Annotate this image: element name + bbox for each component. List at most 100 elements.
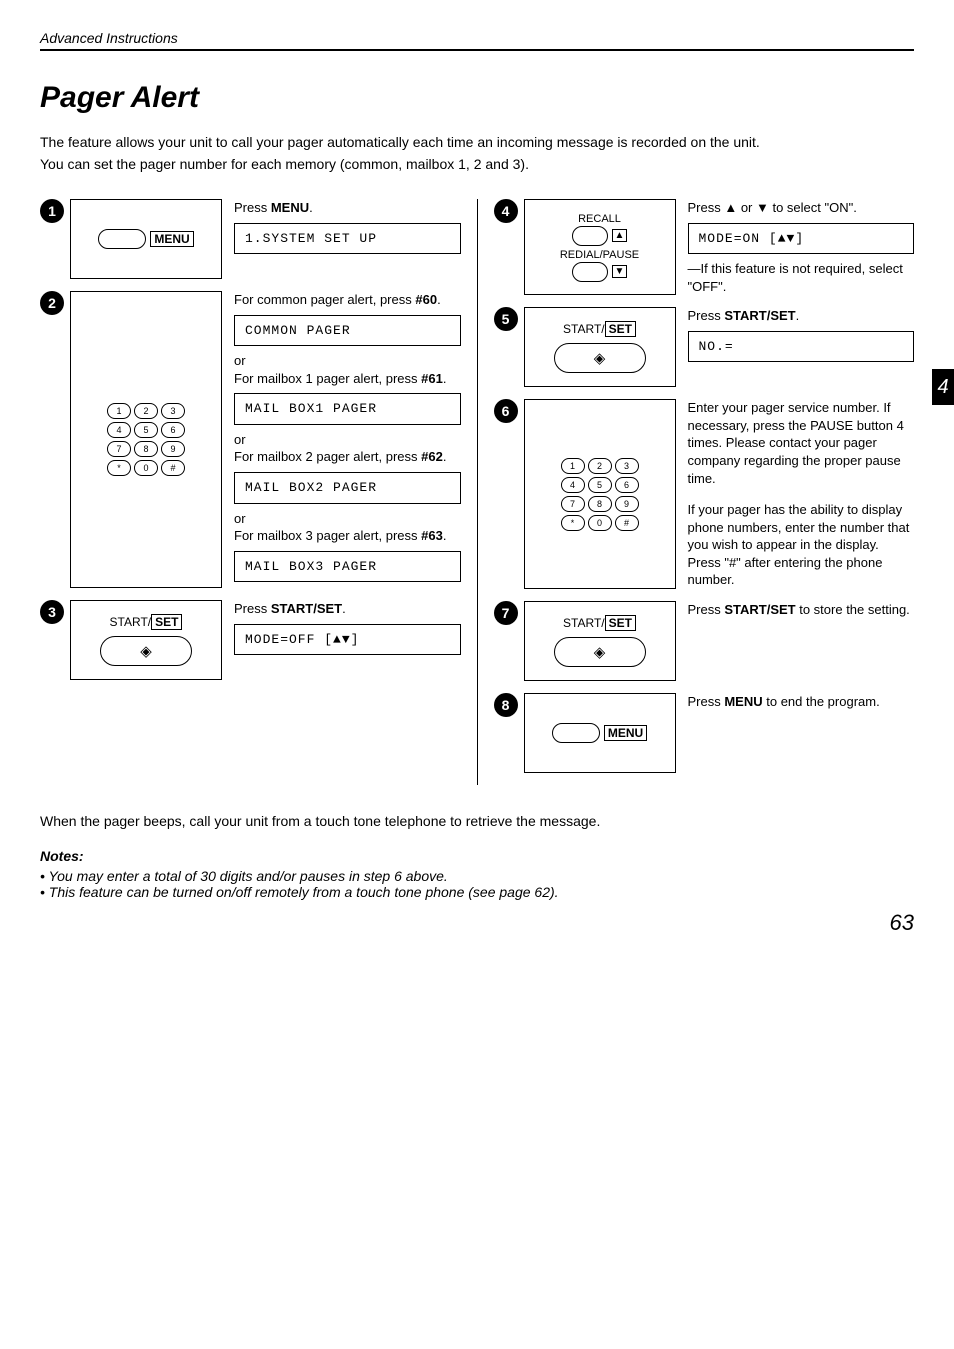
- step-8: 8 MENU Press MENU to end the program.: [494, 693, 915, 773]
- step-3: 3 START/SET Press START/SET. MODE=OFF [▲…: [40, 600, 461, 680]
- page-title: Pager Alert: [40, 81, 914, 115]
- step5-bold: START/SET: [724, 308, 795, 323]
- device-panel-startset: START/SET: [70, 600, 222, 680]
- up-arrow-icon: [612, 229, 628, 242]
- step7-post: to store the setting.: [796, 602, 910, 617]
- step3-post: .: [342, 601, 346, 616]
- step2-l4-pre: For mailbox 3 pager alert, press: [234, 528, 421, 543]
- lcd-display-5: NO.=: [688, 331, 915, 363]
- step-number-7: 7: [494, 601, 518, 625]
- step2-l2-pre: For mailbox 1 pager alert, press: [234, 371, 421, 386]
- menu-key-label: MENU: [150, 231, 193, 247]
- step6-p2: If your pager has the ability to display…: [688, 501, 915, 589]
- step-7: 7 START/SET Press START/SET to store the…: [494, 601, 915, 681]
- diamond-icon: [594, 349, 606, 367]
- step2-l3-pre: For mailbox 2 pager alert, press: [234, 449, 421, 464]
- closing-text: When the pager beeps, call your unit fro…: [40, 811, 914, 832]
- device-panel-menu: MENU: [70, 199, 222, 279]
- step2-l3-post: .: [443, 449, 447, 464]
- step-2: 2 123 456 789 *0# For common pager alert…: [40, 291, 461, 588]
- lcd-display-2a: COMMON PAGER: [234, 315, 461, 347]
- column-divider: [477, 199, 478, 785]
- step3-pre: Press: [234, 601, 271, 616]
- step7-pre: Press: [688, 602, 725, 617]
- startset-key-icon: [100, 636, 192, 666]
- step-1: 1 MENU Press MENU. 1.SYSTEM SET UP: [40, 199, 461, 279]
- step-number-5: 5: [494, 307, 518, 331]
- device-panel-menu-2: MENU: [524, 693, 676, 773]
- section-header: Advanced Instructions: [40, 30, 914, 51]
- diamond-icon: [140, 642, 152, 660]
- lcd-display-3: MODE=OFF [▲▼]: [234, 624, 461, 656]
- lcd-display-1: 1.SYSTEM SET UP: [234, 223, 461, 255]
- step-6: 6 123 456 789 *0# Enter your pager servi…: [494, 399, 915, 588]
- step2-l4-post: .: [443, 528, 447, 543]
- redial-label: REDIAL/PAUSE: [560, 249, 639, 261]
- menu-key-icon-2: [552, 723, 600, 743]
- lcd-display-2d: MAIL BOX3 PAGER: [234, 551, 461, 583]
- step-5: 5 START/SET Press START/SET. NO.=: [494, 307, 915, 387]
- step5-pre: Press: [688, 308, 725, 323]
- intro-line-1: The feature allows your unit to call you…: [40, 133, 914, 153]
- lcd-display-2b: MAIL BOX1 PAGER: [234, 393, 461, 425]
- device-panel-keypad-2: 123 456 789 *0#: [524, 399, 676, 588]
- step2-l1-bold: #60: [415, 292, 437, 307]
- step4-text: Press ▲ or ▼ to select "ON".: [688, 200, 857, 215]
- notes-title: Notes:: [40, 848, 914, 864]
- startset-key-icon-3: [554, 637, 646, 667]
- step2-l1-post: .: [437, 292, 441, 307]
- step-number-2: 2: [40, 291, 64, 315]
- lcd-display-4: MODE=ON [▲▼]: [688, 223, 915, 255]
- step2-l2-post: .: [443, 371, 447, 386]
- intro-line-2: You can set the pager number for each me…: [40, 155, 914, 175]
- step6-p1: Enter your pager service number. If nece…: [688, 399, 915, 487]
- step4-note: —If this feature is not required, select…: [688, 260, 915, 295]
- chapter-tab: 4: [932, 369, 954, 405]
- device-panel-recall: RECALL REDIAL/PAUSE: [524, 199, 676, 295]
- step8-bold: MENU: [724, 694, 762, 709]
- step1-bold: MENU: [271, 200, 309, 215]
- step1-post: .: [309, 200, 313, 215]
- step3-bold: START/SET: [271, 601, 342, 616]
- notes-section: Notes: You may enter a total of 30 digit…: [40, 848, 914, 900]
- device-panel-startset-3: START/SET: [524, 601, 676, 681]
- device-panel-keypad: 123 456 789 *0#: [70, 291, 222, 588]
- startset-key-icon-2: [554, 343, 646, 373]
- step5-post: .: [796, 308, 800, 323]
- menu-key-label-2: MENU: [604, 725, 647, 741]
- note-1: You may enter a total of 30 digits and/o…: [40, 868, 914, 884]
- step-number-1: 1: [40, 199, 64, 223]
- step8-pre: Press: [688, 694, 725, 709]
- down-arrow-icon: [612, 265, 628, 278]
- recall-key-icon: [572, 226, 608, 246]
- menu-key-icon: [98, 229, 146, 249]
- right-column: 4 RECALL REDIAL/PAUSE Press ▲ or ▼ to se…: [494, 199, 915, 785]
- step-number-6: 6: [494, 399, 518, 423]
- device-panel-startset-2: START/SET: [524, 307, 676, 387]
- intro-text: The feature allows your unit to call you…: [40, 133, 914, 174]
- step2-l1-pre: For common pager alert, press: [234, 292, 415, 307]
- step1-pre: Press: [234, 200, 271, 215]
- left-column: 1 MENU Press MENU. 1.SYSTEM SET UP 2 123…: [40, 199, 461, 785]
- step8-post: to end the program.: [763, 694, 880, 709]
- recall-label: RECALL: [578, 213, 621, 225]
- step2-l2-bold: #61: [421, 371, 443, 386]
- step-number-4: 4: [494, 199, 518, 223]
- step2-l3-bold: #62: [421, 449, 443, 464]
- step-number-3: 3: [40, 600, 64, 624]
- step7-bold: START/SET: [724, 602, 795, 617]
- step2-l4-bold: #63: [421, 528, 443, 543]
- note-2: This feature can be turned on/off remote…: [40, 884, 914, 900]
- page-number: 63: [40, 910, 914, 936]
- keypad-icon: 123 456 789 *0#: [107, 403, 185, 476]
- diamond-icon: [594, 643, 606, 661]
- step-4: 4 RECALL REDIAL/PAUSE Press ▲ or ▼ to se…: [494, 199, 915, 295]
- keypad-icon-2: 123 456 789 *0#: [561, 458, 639, 531]
- step2-or2: or: [234, 432, 246, 447]
- set-key-label: SET: [151, 614, 182, 630]
- lcd-display-2c: MAIL BOX2 PAGER: [234, 472, 461, 504]
- step-number-8: 8: [494, 693, 518, 717]
- redial-key-icon: [572, 262, 608, 282]
- step2-or3: or: [234, 511, 246, 526]
- step2-or1: or: [234, 353, 246, 368]
